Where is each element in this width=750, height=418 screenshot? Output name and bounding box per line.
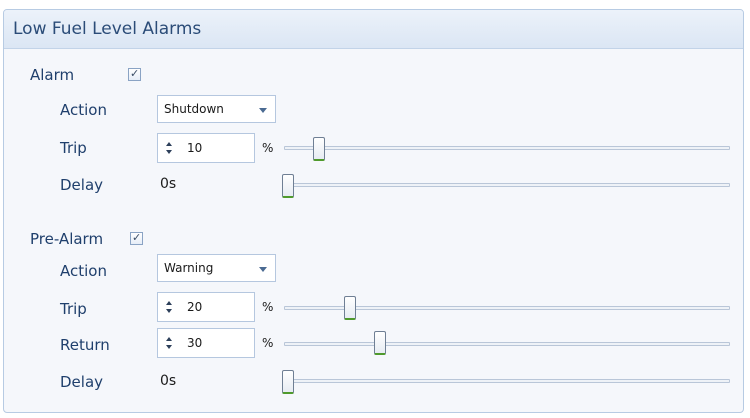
prealarm-return-slider-track[interactable] (284, 342, 730, 346)
chevron-down-icon (259, 267, 267, 272)
spin-down-icon[interactable] (166, 150, 172, 154)
prealarm-return-slider-thumb[interactable] (374, 331, 386, 355)
alarm-action-value: Shutdown (164, 102, 224, 116)
prealarm-delay-slider-track[interactable] (284, 379, 730, 383)
alarm-trip-slider-track[interactable] (284, 146, 730, 150)
prealarm-action-value: Warning (164, 261, 214, 275)
alarm-delay-slider-track[interactable] (284, 183, 730, 187)
prealarm-delay-slider-thumb[interactable] (282, 370, 294, 394)
prealarm-checkbox[interactable]: ✓ (130, 231, 143, 245)
alarm-action-select[interactable]: Shutdown (157, 95, 276, 123)
prealarm-trip-label: Trip (60, 300, 87, 318)
prealarm-trip-spinner[interactable]: 20 (157, 292, 255, 322)
prealarm-trip-slider-thumb[interactable] (344, 296, 356, 320)
prealarm-return-label: Return (60, 336, 110, 354)
alarm-delay-label: Delay (60, 176, 104, 194)
alarm-trip-value: 10 (187, 141, 203, 155)
alarm-label: Alarm (30, 66, 75, 84)
spin-up-icon[interactable] (166, 337, 172, 341)
prealarm-delay-label: Delay (60, 373, 104, 391)
prealarm-delay-value: 0s (160, 373, 177, 389)
panel-title: Low Fuel Level Alarms (13, 19, 202, 39)
alarm-checkbox[interactable]: ✓ (128, 67, 141, 81)
prealarm-return-unit: % (262, 336, 274, 350)
spin-down-icon[interactable] (166, 345, 172, 349)
alarm-trip-spinner[interactable]: 10 (157, 133, 255, 163)
alarm-delay-slider-thumb[interactable] (282, 174, 294, 198)
spin-up-icon[interactable] (166, 142, 172, 146)
prealarm-action-label: Action (60, 262, 107, 280)
prealarm-trip-unit: % (262, 300, 274, 314)
spin-up-icon[interactable] (166, 301, 172, 305)
alarm-delay-value: 0s (160, 176, 177, 192)
panel-header: Low Fuel Level Alarms (4, 10, 743, 49)
chevron-down-icon (259, 108, 267, 113)
prealarm-return-spinner[interactable]: 30 (157, 328, 255, 358)
alarm-trip-unit: % (262, 141, 274, 155)
prealarm-action-select[interactable]: Warning (157, 254, 276, 282)
alarm-action-label: Action (60, 101, 107, 119)
checkbox-checked-icon: ✓ (130, 67, 140, 80)
alarm-trip-label: Trip (60, 139, 87, 157)
checkbox-checked-icon: ✓ (132, 231, 142, 244)
prealarm-trip-value: 20 (187, 300, 203, 314)
alarm-trip-slider-thumb[interactable] (313, 137, 325, 161)
prealarm-return-value: 30 (187, 336, 203, 350)
prealarm-label: Pre-Alarm (30, 230, 104, 248)
spin-down-icon[interactable] (166, 309, 172, 313)
